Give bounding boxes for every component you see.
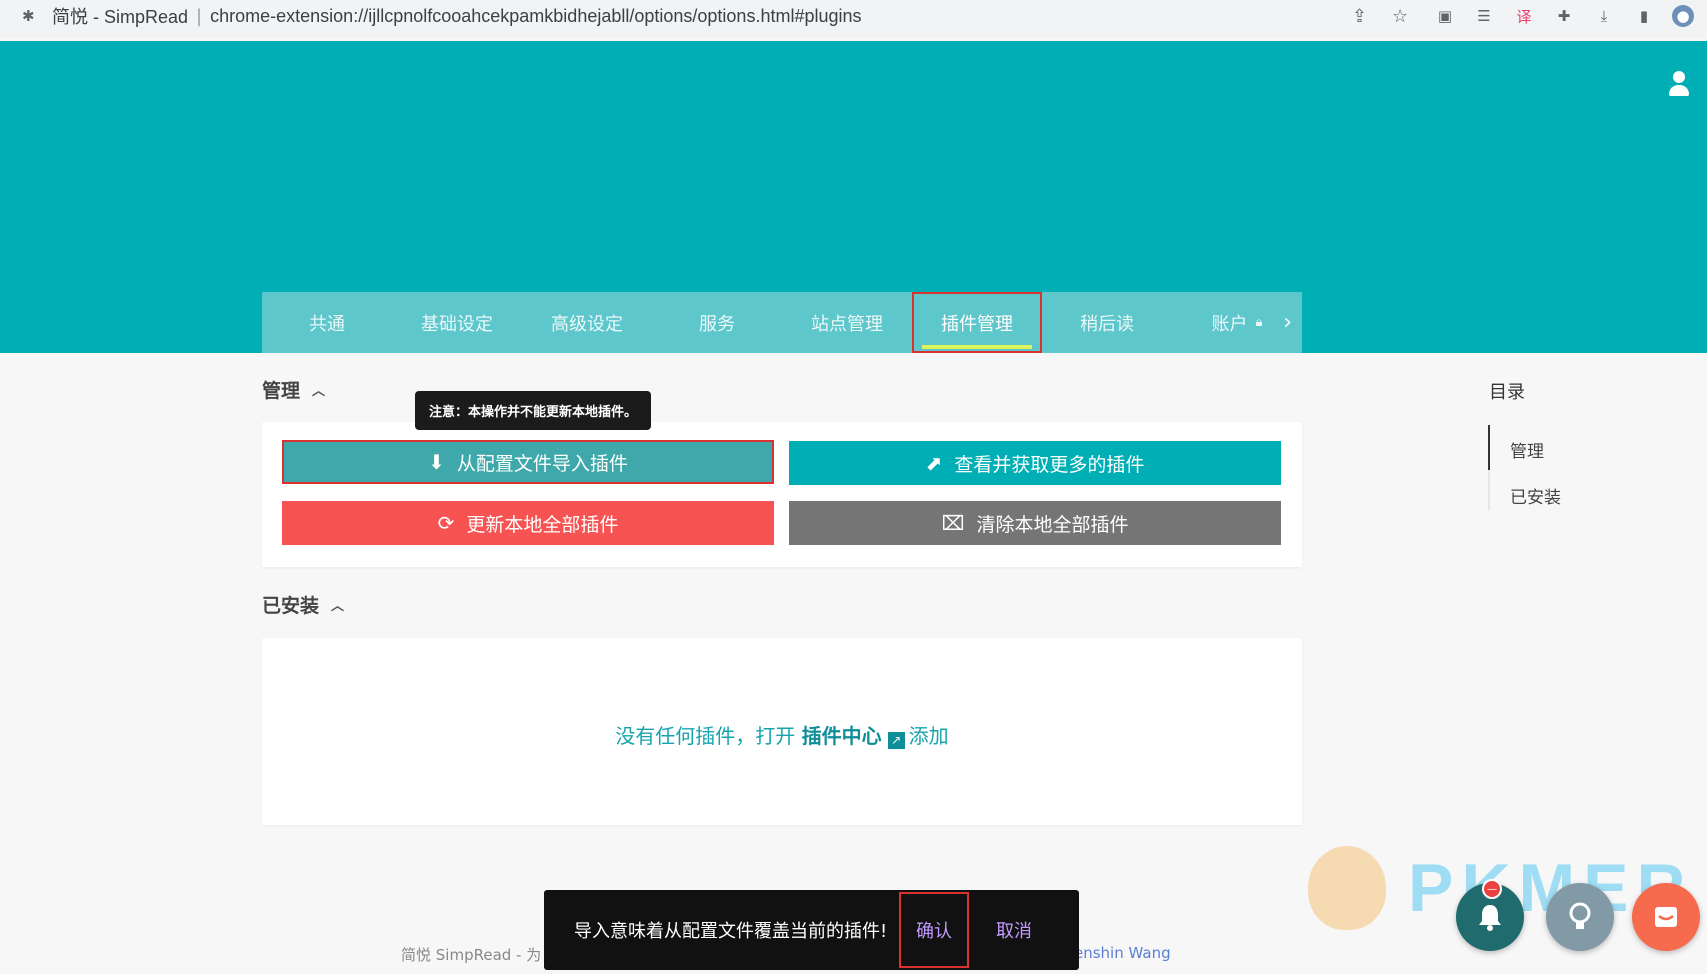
get-more-plugins-label: 查看并获取更多的插件 — [954, 453, 1145, 476]
toc-title: 目录 — [1489, 382, 1525, 403]
bookmark-star-icon[interactable]: ☆ — [1392, 6, 1408, 27]
tab-common[interactable]: 共通 — [262, 292, 392, 353]
external-link-icon[interactable]: ↗ — [887, 732, 905, 749]
tab-label: 共通 — [309, 313, 345, 335]
bell-icon — [1479, 905, 1501, 931]
section-manage-title: 管理 — [262, 380, 301, 402]
tab-list-extension-icon[interactable]: ☰ — [1473, 5, 1495, 27]
snackbar-message: 导入意味着从配置文件覆盖当前的插件! — [574, 921, 888, 942]
import-plugins-button[interactable]: ⬇ 从配置文件导入插件 — [282, 440, 774, 484]
tab-read-later[interactable]: 稍后读 — [1042, 292, 1172, 353]
browser-toolbar: ✱ 简悦 - SimpRead | chrome-extension://ijl… — [0, 0, 1707, 38]
broom-icon: ⌧ — [941, 511, 965, 535]
reader-extension-icon[interactable]: ▣ — [1434, 5, 1456, 27]
external-link-icon: ⬈ — [925, 451, 943, 475]
side-panel-icon[interactable]: ▮ — [1633, 5, 1655, 27]
update-all-plugins-button[interactable]: ⟳ 更新本地全部插件 — [282, 501, 774, 545]
clear-all-plugins-label: 清除本地全部插件 — [976, 513, 1129, 536]
clear-all-plugins-button[interactable]: ⌧ 清除本地全部插件 — [789, 501, 1281, 545]
inbox-icon — [1655, 907, 1677, 927]
tab-basic-settings[interactable]: 基础设定 — [392, 292, 522, 353]
profile-avatar-icon[interactable]: ● — [1672, 5, 1694, 27]
update-all-plugins-label: 更新本地全部插件 — [466, 513, 619, 536]
extension-puzzle-icon: ✱ — [22, 7, 35, 25]
chevron-up-icon[interactable]: ︿ — [331, 595, 344, 614]
share-icon[interactable]: ⇪ — [1352, 6, 1367, 27]
feedback-button[interactable] — [1632, 883, 1700, 951]
chevron-up-icon[interactable]: ︿ — [312, 380, 325, 399]
tab-site-management[interactable]: 站点管理 — [782, 292, 912, 353]
address-url[interactable]: chrome-extension://ijllcpnolfcooahcekpam… — [210, 6, 861, 27]
tab-label: 插件管理 — [941, 313, 1013, 335]
tooltip: 注意：本操作并不能更新本地插件。 — [415, 391, 652, 430]
lock-icon: 🔒︎ — [1255, 315, 1263, 330]
confirm-snackbar: 导入意味着从配置文件覆盖当前的插件! 确认 取消 — [544, 890, 1079, 970]
confirm-button[interactable]: 确认 — [899, 892, 969, 968]
toc-item-manage[interactable]: 管理 — [1510, 437, 1544, 462]
section-installed-title: 已安装 — [262, 595, 320, 617]
tab-label: 基础设定 — [421, 313, 493, 335]
tab-label: 稍后读 — [1080, 313, 1134, 335]
notification-button[interactable]: — — [1456, 879, 1524, 951]
tab-plugin-management[interactable]: 插件管理 — [912, 292, 1042, 353]
empty-plugins-message: 没有任何插件，打开 插件中心 ↗ 添加 — [262, 720, 1302, 749]
tab-services[interactable]: 服务 — [652, 292, 782, 353]
toc-item-installed[interactable]: 已安装 — [1510, 483, 1561, 508]
tab-label: 账户 — [1211, 313, 1248, 335]
footer-text: 简悦 SimpRead - 为 — [401, 946, 542, 964]
settings-tabs: 共通 基础设定 高级设定 服务 站点管理 插件管理 稍后读 账户 🔒︎ › — [262, 292, 1302, 353]
import-plugins-label: 从配置文件导入插件 — [456, 452, 628, 475]
lightbulb-icon — [1569, 902, 1591, 929]
empty-suffix: 添加 — [908, 724, 949, 748]
tab-label: 站点管理 — [811, 313, 883, 335]
address-separator: | — [196, 5, 203, 27]
pkmer-logo-icon — [1308, 846, 1386, 930]
plugin-center-link[interactable]: 插件中心 — [802, 724, 882, 748]
notification-badge: — — [1482, 879, 1502, 899]
tab-label: 高级设定 — [551, 313, 623, 335]
toc-active-indicator — [1488, 425, 1490, 470]
translate-extension-icon[interactable]: 译 — [1513, 5, 1535, 27]
installed-card: 没有任何插件，打开 插件中心 ↗ 添加 — [262, 638, 1302, 825]
chevron-right-icon[interactable]: › — [1283, 292, 1292, 353]
user-icon[interactable] — [1667, 71, 1691, 97]
tips-button[interactable] — [1546, 883, 1614, 951]
extensions-puzzle-icon[interactable]: ✚ — [1553, 5, 1575, 27]
refresh-icon: ⟳ — [437, 511, 455, 535]
download-tray-icon: ⬇ — [428, 450, 445, 474]
address-field[interactable]: ✱ 简悦 - SimpRead | chrome-extension://ijl… — [8, 0, 1416, 32]
empty-prefix: 没有任何插件，打开 — [615, 724, 796, 748]
get-more-plugins-button[interactable]: ⬈ 查看并获取更多的插件 — [789, 441, 1281, 485]
section-manage-header[interactable]: 管理 ︿ — [262, 376, 325, 403]
tab-label: 服务 — [699, 313, 735, 335]
tab-advanced-settings[interactable]: 高级设定 — [522, 292, 652, 353]
section-installed-header[interactable]: 已安装 ︿ — [262, 591, 344, 618]
site-name: 简悦 - SimpRead — [52, 7, 189, 27]
footer-author-link[interactable]: enshin Wang — [1074, 944, 1171, 962]
download-icon[interactable]: ⤓ — [1593, 5, 1615, 27]
cancel-button[interactable]: 取消 — [996, 890, 1032, 970]
manage-card: ⬇ 从配置文件导入插件 ⬈ 查看并获取更多的插件 ⟳ 更新本地全部插件 ⌧ 清除… — [262, 422, 1302, 567]
